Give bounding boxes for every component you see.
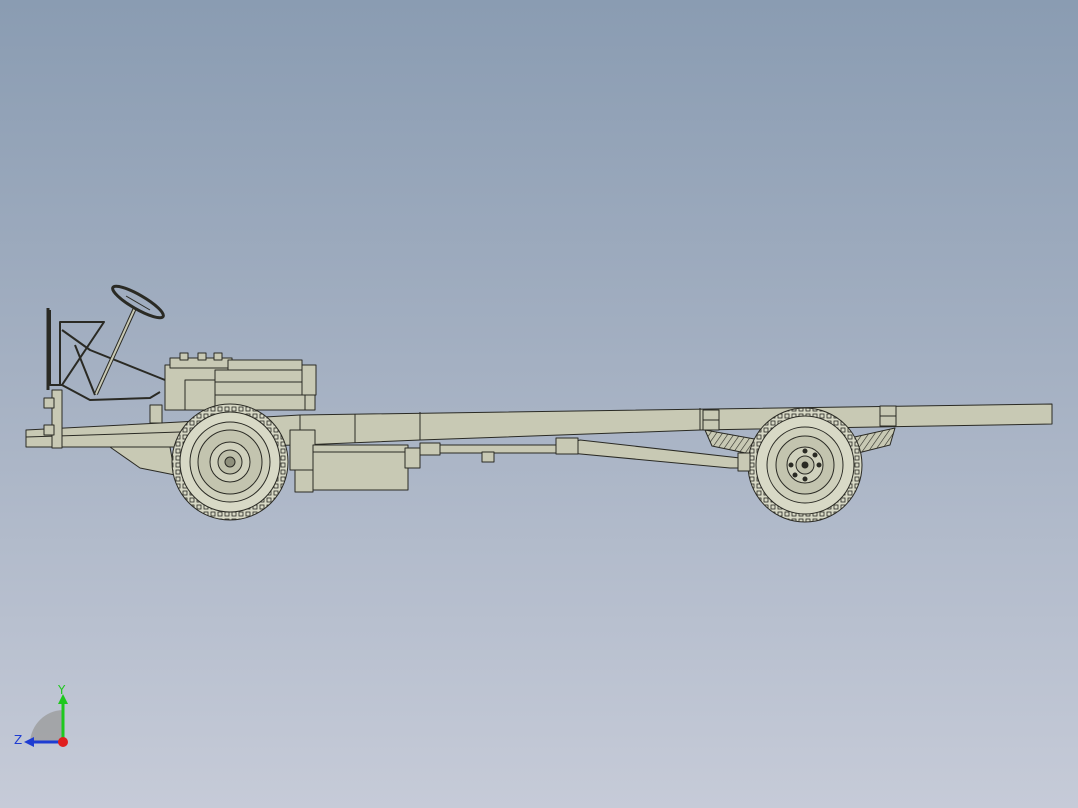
truck-chassis-model[interactable] <box>0 0 1078 808</box>
triad-arc <box>30 710 63 742</box>
drive-shaft <box>439 444 561 454</box>
orientation-triad: Y Z <box>14 684 68 747</box>
front-wheel <box>171 403 289 521</box>
rear-wheel <box>747 407 863 523</box>
steering-wheel <box>111 284 165 320</box>
x-axis-point <box>58 737 68 747</box>
front-hanger <box>109 446 176 476</box>
cad-viewport[interactable]: Y Z <box>0 0 1078 808</box>
triad-z-label: Z <box>14 733 22 747</box>
triad-y-label: Y <box>57 684 66 697</box>
